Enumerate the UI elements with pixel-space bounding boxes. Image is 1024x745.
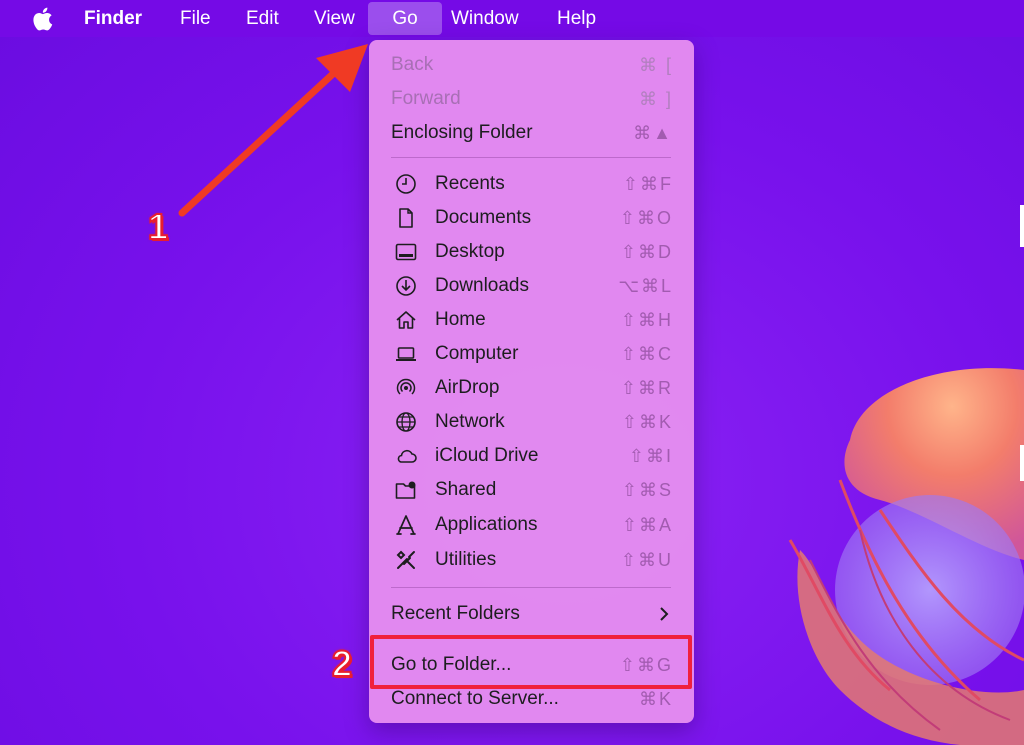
menu-item-label: Computer [435,343,519,364]
clock-icon [396,174,416,194]
document-icon [399,208,413,228]
desktop-icon [395,243,417,261]
menu-item-recents[interactable]: Recents ⇧⌘F [369,168,694,200]
menu-item-label: Home [435,309,486,330]
shortcut-label: ⇧⌘U [620,549,673,570]
menu-separator [391,587,671,588]
menu-item-label: Enclosing Folder [391,122,533,143]
utilities-icon [396,550,415,569]
cloud-icon [397,449,417,463]
menu-help[interactable]: Help [545,0,608,37]
menu-item-label: Utilities [435,549,497,570]
shortcut-label: ⌥⌘L [618,275,673,296]
edge-mark [1020,205,1024,247]
menu-item-label: Network [435,411,505,432]
shortcut-label: ⇧⌘H [620,309,673,330]
menu-item-forward[interactable]: Forward ⌘ ] [369,83,694,115]
menu-item-applications[interactable]: Applications ⇧⌘A [369,509,694,541]
menu-item-label: Desktop [435,241,505,262]
menu-separator [391,157,671,158]
download-icon [396,276,416,296]
menu-item-label: Back [391,54,434,75]
shortcut-label: ⇧⌘A [621,514,673,535]
menu-go[interactable]: Go [368,2,442,35]
shortcut-label: ⇧⌘R [620,377,673,398]
shortcut-label: ⌘ [ [638,54,673,75]
menu-item-downloads[interactable]: Downloads ⌥⌘L [369,270,694,302]
menu-item-label: Downloads [435,275,529,296]
menu-item-label: Shared [435,479,497,500]
menu-item-icloud-drive[interactable]: iCloud Drive ⇧⌘I [369,440,694,472]
shared-folder-icon [395,481,416,499]
jellyfish-wallpaper-image [788,368,1024,745]
menu-item-enclosing-folder[interactable]: Enclosing Folder ⌘▲ [369,117,694,149]
edge-mark [1020,445,1024,481]
globe-icon [396,412,416,432]
step-2-label: 2 [331,642,353,685]
menu-view[interactable]: View [302,0,367,37]
shortcut-label: ⇧⌘C [620,343,673,364]
menu-item-label: Recents [435,173,505,194]
shortcut-label: ⌘K [638,688,673,709]
shortcut-label: ⌘▲ [633,122,673,143]
menu-item-shared[interactable]: Shared ⇧⌘S [369,474,694,506]
shortcut-label: ⇧⌘D [620,241,673,262]
menu-item-label: AirDrop [435,377,500,398]
shortcut-label: ⇧⌘K [621,411,673,432]
menu-item-computer[interactable]: Computer ⇧⌘C [369,338,694,370]
menu-item-label: Documents [435,207,532,228]
menu-item-airdrop[interactable]: AirDrop ⇧⌘R [369,372,694,404]
shortcut-label: ⇧⌘I [628,445,673,466]
menu-item-label: Connect to Server... [391,688,559,709]
menu-window[interactable]: Window [439,0,531,37]
menu-item-label: Applications [435,514,538,535]
menu-item-label: Forward [391,88,461,109]
step-1-label: 1 [147,205,169,248]
menu-bar: Finder File Edit View Go Window Help [0,0,1024,37]
menu-item-utilities[interactable]: Utilities ⇧⌘U [369,544,694,576]
menu-finder[interactable]: Finder [72,0,154,37]
menu-item-documents[interactable]: Documents ⇧⌘O [369,202,694,234]
home-icon [396,311,416,329]
shortcut-label: ⇧⌘S [621,479,673,500]
chevron-right-icon [660,607,669,621]
menu-file[interactable]: File [168,0,223,37]
shortcut-label: ⌘ ] [638,88,673,109]
menu-item-label: Recent Folders [391,603,520,624]
go-to-folder-highlight-box [370,635,692,689]
menu-item-back[interactable]: Back ⌘ [ [369,49,694,81]
shortcut-label: ⇧⌘O [619,207,673,228]
menu-item-home[interactable]: Home ⇧⌘H [369,304,694,336]
shortcut-label: ⇧⌘F [622,173,673,194]
menu-edit[interactable]: Edit [234,0,291,37]
laptop-icon [396,347,416,361]
airdrop-icon [396,378,416,395]
apple-logo-icon[interactable] [30,6,54,32]
applications-icon [396,515,416,535]
go-menu-dropdown: Back ⌘ [ Forward ⌘ ] Enclosing Folder ⌘▲… [369,40,694,723]
menu-item-recent-folders[interactable]: Recent Folders [369,598,694,630]
menu-item-label: iCloud Drive [435,445,539,466]
menu-item-desktop[interactable]: Desktop ⇧⌘D [369,236,694,268]
menu-item-network[interactable]: Network ⇧⌘K [369,406,694,438]
